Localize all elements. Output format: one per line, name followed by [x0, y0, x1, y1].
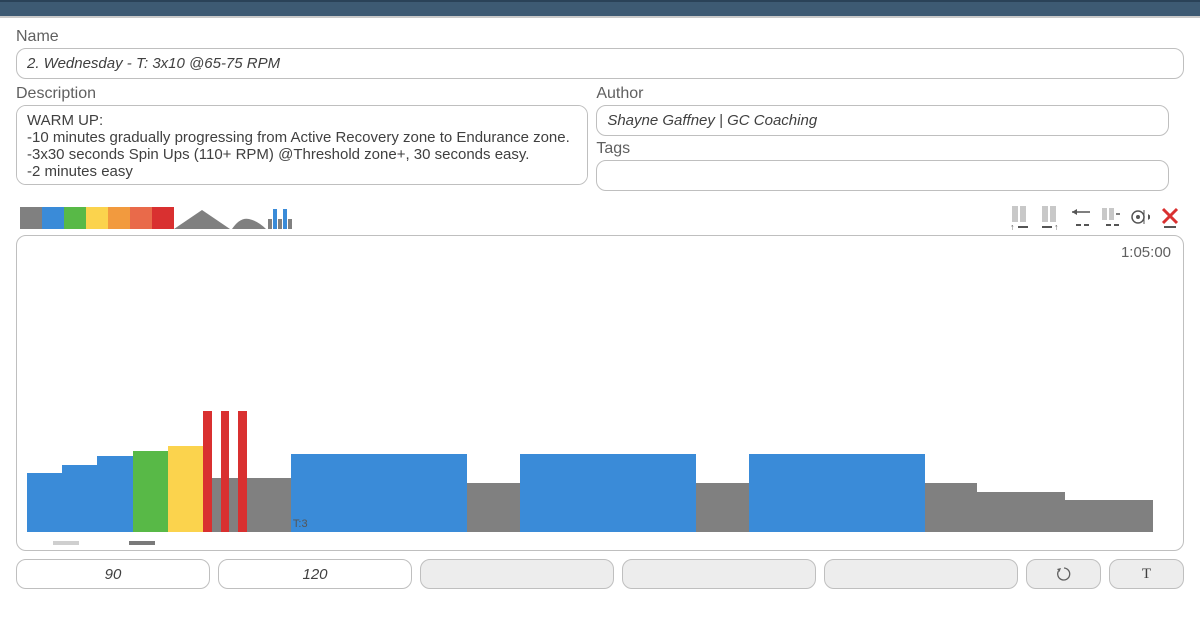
- workout-chart[interactable]: 1:05:00 T:3: [16, 235, 1184, 551]
- stretch-horizontal-button[interactable]: [1070, 205, 1090, 229]
- svg-text:↑: ↑: [1054, 222, 1059, 230]
- palette-color-2[interactable]: [64, 207, 86, 229]
- name-input[interactable]: [16, 48, 1184, 79]
- workout-segment-14[interactable]: [520, 454, 696, 532]
- loop-button[interactable]: [1026, 559, 1101, 589]
- hill-icon[interactable]: [232, 207, 266, 229]
- description-field-group: Description: [16, 85, 588, 191]
- palette-toolbar: ↑ ↑: [16, 201, 1184, 229]
- workout-segment-9[interactable]: [238, 411, 247, 533]
- workout-segment-3[interactable]: [133, 451, 168, 532]
- workout-segment-6[interactable]: [212, 478, 221, 532]
- workout-segment-2[interactable]: [97, 456, 132, 532]
- nudge-up-left-button[interactable]: ↑: [1010, 205, 1030, 229]
- workout-segment-19[interactable]: [1065, 500, 1153, 532]
- workout-segment-0[interactable]: [27, 473, 62, 532]
- workout-segment-13[interactable]: [467, 483, 520, 532]
- workout-segment-17[interactable]: [925, 483, 978, 532]
- author-input[interactable]: [596, 105, 1168, 136]
- palette-left: [20, 201, 294, 229]
- palette-color-4[interactable]: [108, 207, 130, 229]
- ramp-up-icon[interactable]: [174, 207, 202, 229]
- empty-button-1[interactable]: [420, 559, 614, 589]
- palette-color-5[interactable]: [130, 207, 152, 229]
- workout-segment-7[interactable]: [221, 411, 230, 533]
- name-label: Name: [16, 28, 1184, 46]
- workout-segment-16[interactable]: [749, 454, 925, 532]
- palette-color-0[interactable]: [20, 207, 42, 229]
- workout-segment-10[interactable]: [247, 478, 256, 532]
- workout-segment-8[interactable]: [229, 478, 238, 532]
- delete-button[interactable]: [1160, 205, 1180, 229]
- workout-segment-4[interactable]: [168, 446, 203, 532]
- nudge-up-right-button[interactable]: ↑: [1040, 205, 1060, 229]
- value-1-button[interactable]: 90: [16, 559, 210, 589]
- svg-text:↑: ↑: [1010, 222, 1015, 230]
- interval-icon[interactable]: [268, 207, 294, 229]
- palette-color-6[interactable]: [152, 207, 174, 229]
- palette-color-1[interactable]: [42, 207, 64, 229]
- bottom-controls: 90 120 T: [16, 559, 1184, 589]
- tags-label: Tags: [596, 140, 1168, 158]
- value-2-button[interactable]: 120: [218, 559, 412, 589]
- workout-segment-5[interactable]: [203, 411, 212, 533]
- workout-segment-12[interactable]: T:3: [291, 454, 467, 532]
- palette-color-3[interactable]: [86, 207, 108, 229]
- description-textarea[interactable]: [16, 105, 588, 185]
- ramp-down-icon[interactable]: [202, 207, 230, 229]
- author-label: Author: [596, 85, 1168, 103]
- tags-input[interactable]: [596, 160, 1168, 191]
- workout-segment-18[interactable]: [977, 492, 1065, 533]
- description-label: Description: [16, 85, 588, 103]
- segment-label: T:3: [293, 518, 308, 530]
- window-title-bar: [0, 0, 1200, 18]
- text-button[interactable]: T: [1109, 559, 1184, 589]
- empty-button-2[interactable]: [622, 559, 816, 589]
- shift-right-button[interactable]: [1100, 205, 1120, 229]
- repeat-button[interactable]: [1130, 205, 1150, 229]
- workout-segment-15[interactable]: [696, 483, 749, 532]
- palette-right: ↑ ↑: [1010, 205, 1180, 229]
- tags-field-group: Tags: [596, 140, 1168, 191]
- workout-segment-1[interactable]: [62, 465, 97, 533]
- loop-icon: [1056, 566, 1072, 582]
- author-field-group: Author: [596, 85, 1168, 136]
- name-field-group: Name: [16, 28, 1184, 79]
- empty-button-3[interactable]: [824, 559, 1018, 589]
- workout-segment-11[interactable]: [256, 478, 291, 532]
